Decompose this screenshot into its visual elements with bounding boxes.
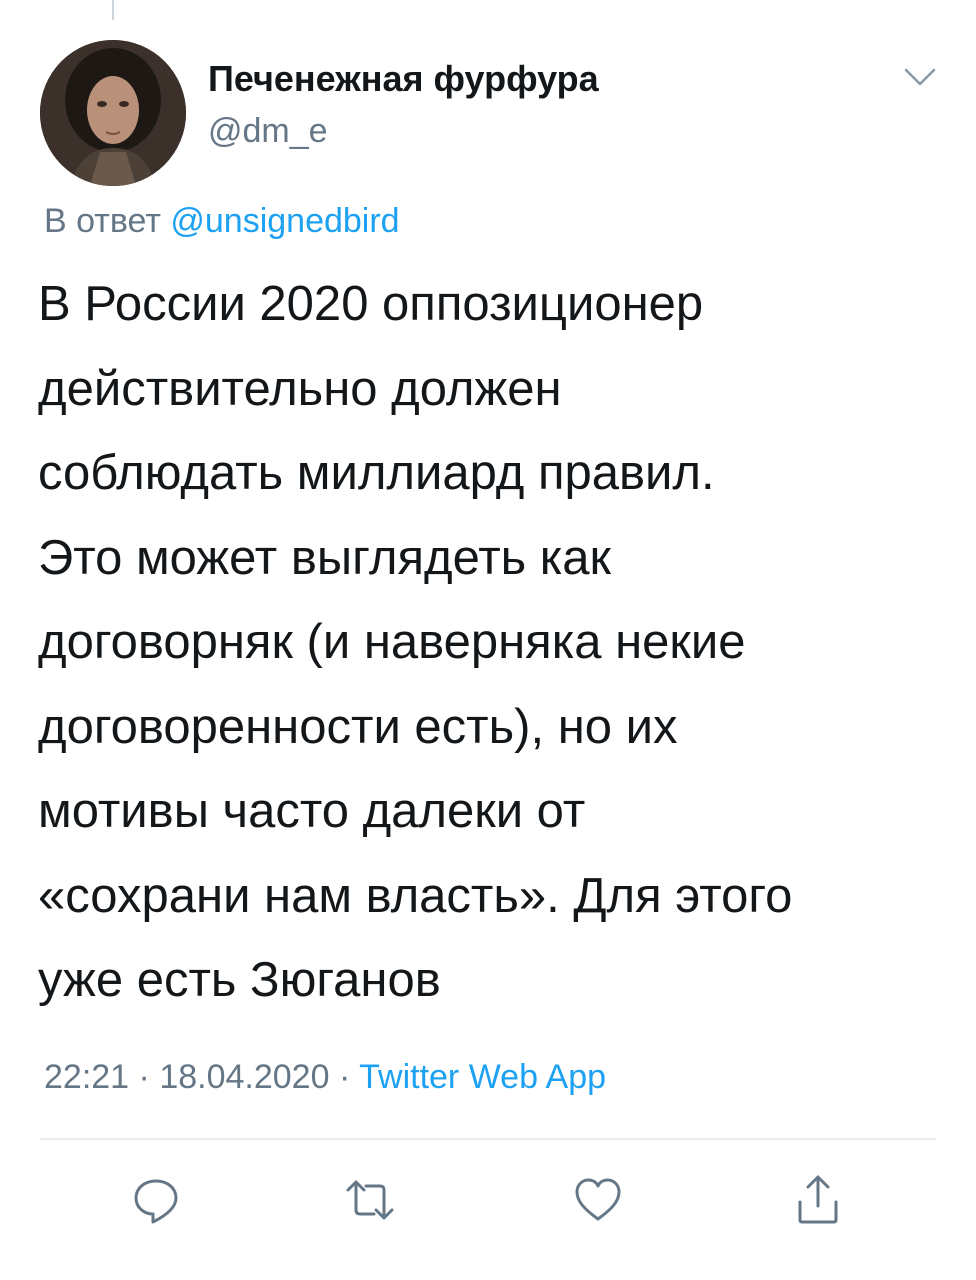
- divider: [40, 1138, 936, 1140]
- retweet-icon[interactable]: [342, 1172, 398, 1228]
- tweet-date[interactable]: 18.04.2020: [159, 1058, 329, 1096]
- tweet-source-link[interactable]: Twitter Web App: [359, 1058, 606, 1096]
- reply-context: В ответ @unsignedbird: [44, 202, 400, 241]
- reply-prefix: В ответ: [44, 202, 161, 240]
- tweet-text: В России 2020 оппозиционер действительно…: [38, 277, 793, 1007]
- author-display-name[interactable]: Печенежная фурфура: [208, 58, 599, 100]
- chevron-down-icon[interactable]: [900, 62, 940, 92]
- reply-icon[interactable]: [128, 1172, 184, 1228]
- avatar[interactable]: [40, 40, 186, 186]
- meta-separator: ·: [138, 1058, 150, 1096]
- like-icon[interactable]: [570, 1172, 626, 1228]
- tweet-time[interactable]: 22:21: [44, 1058, 129, 1096]
- reply-mention-link[interactable]: @unsignedbird: [170, 202, 399, 240]
- share-icon[interactable]: [790, 1172, 846, 1228]
- tweet-metadata: 22:21 · 18.04.2020 · Twitter Web App: [44, 1058, 606, 1097]
- meta-separator: ·: [338, 1058, 351, 1096]
- thread-connector-line: [112, 0, 114, 20]
- author-handle[interactable]: @dm_e: [208, 112, 328, 151]
